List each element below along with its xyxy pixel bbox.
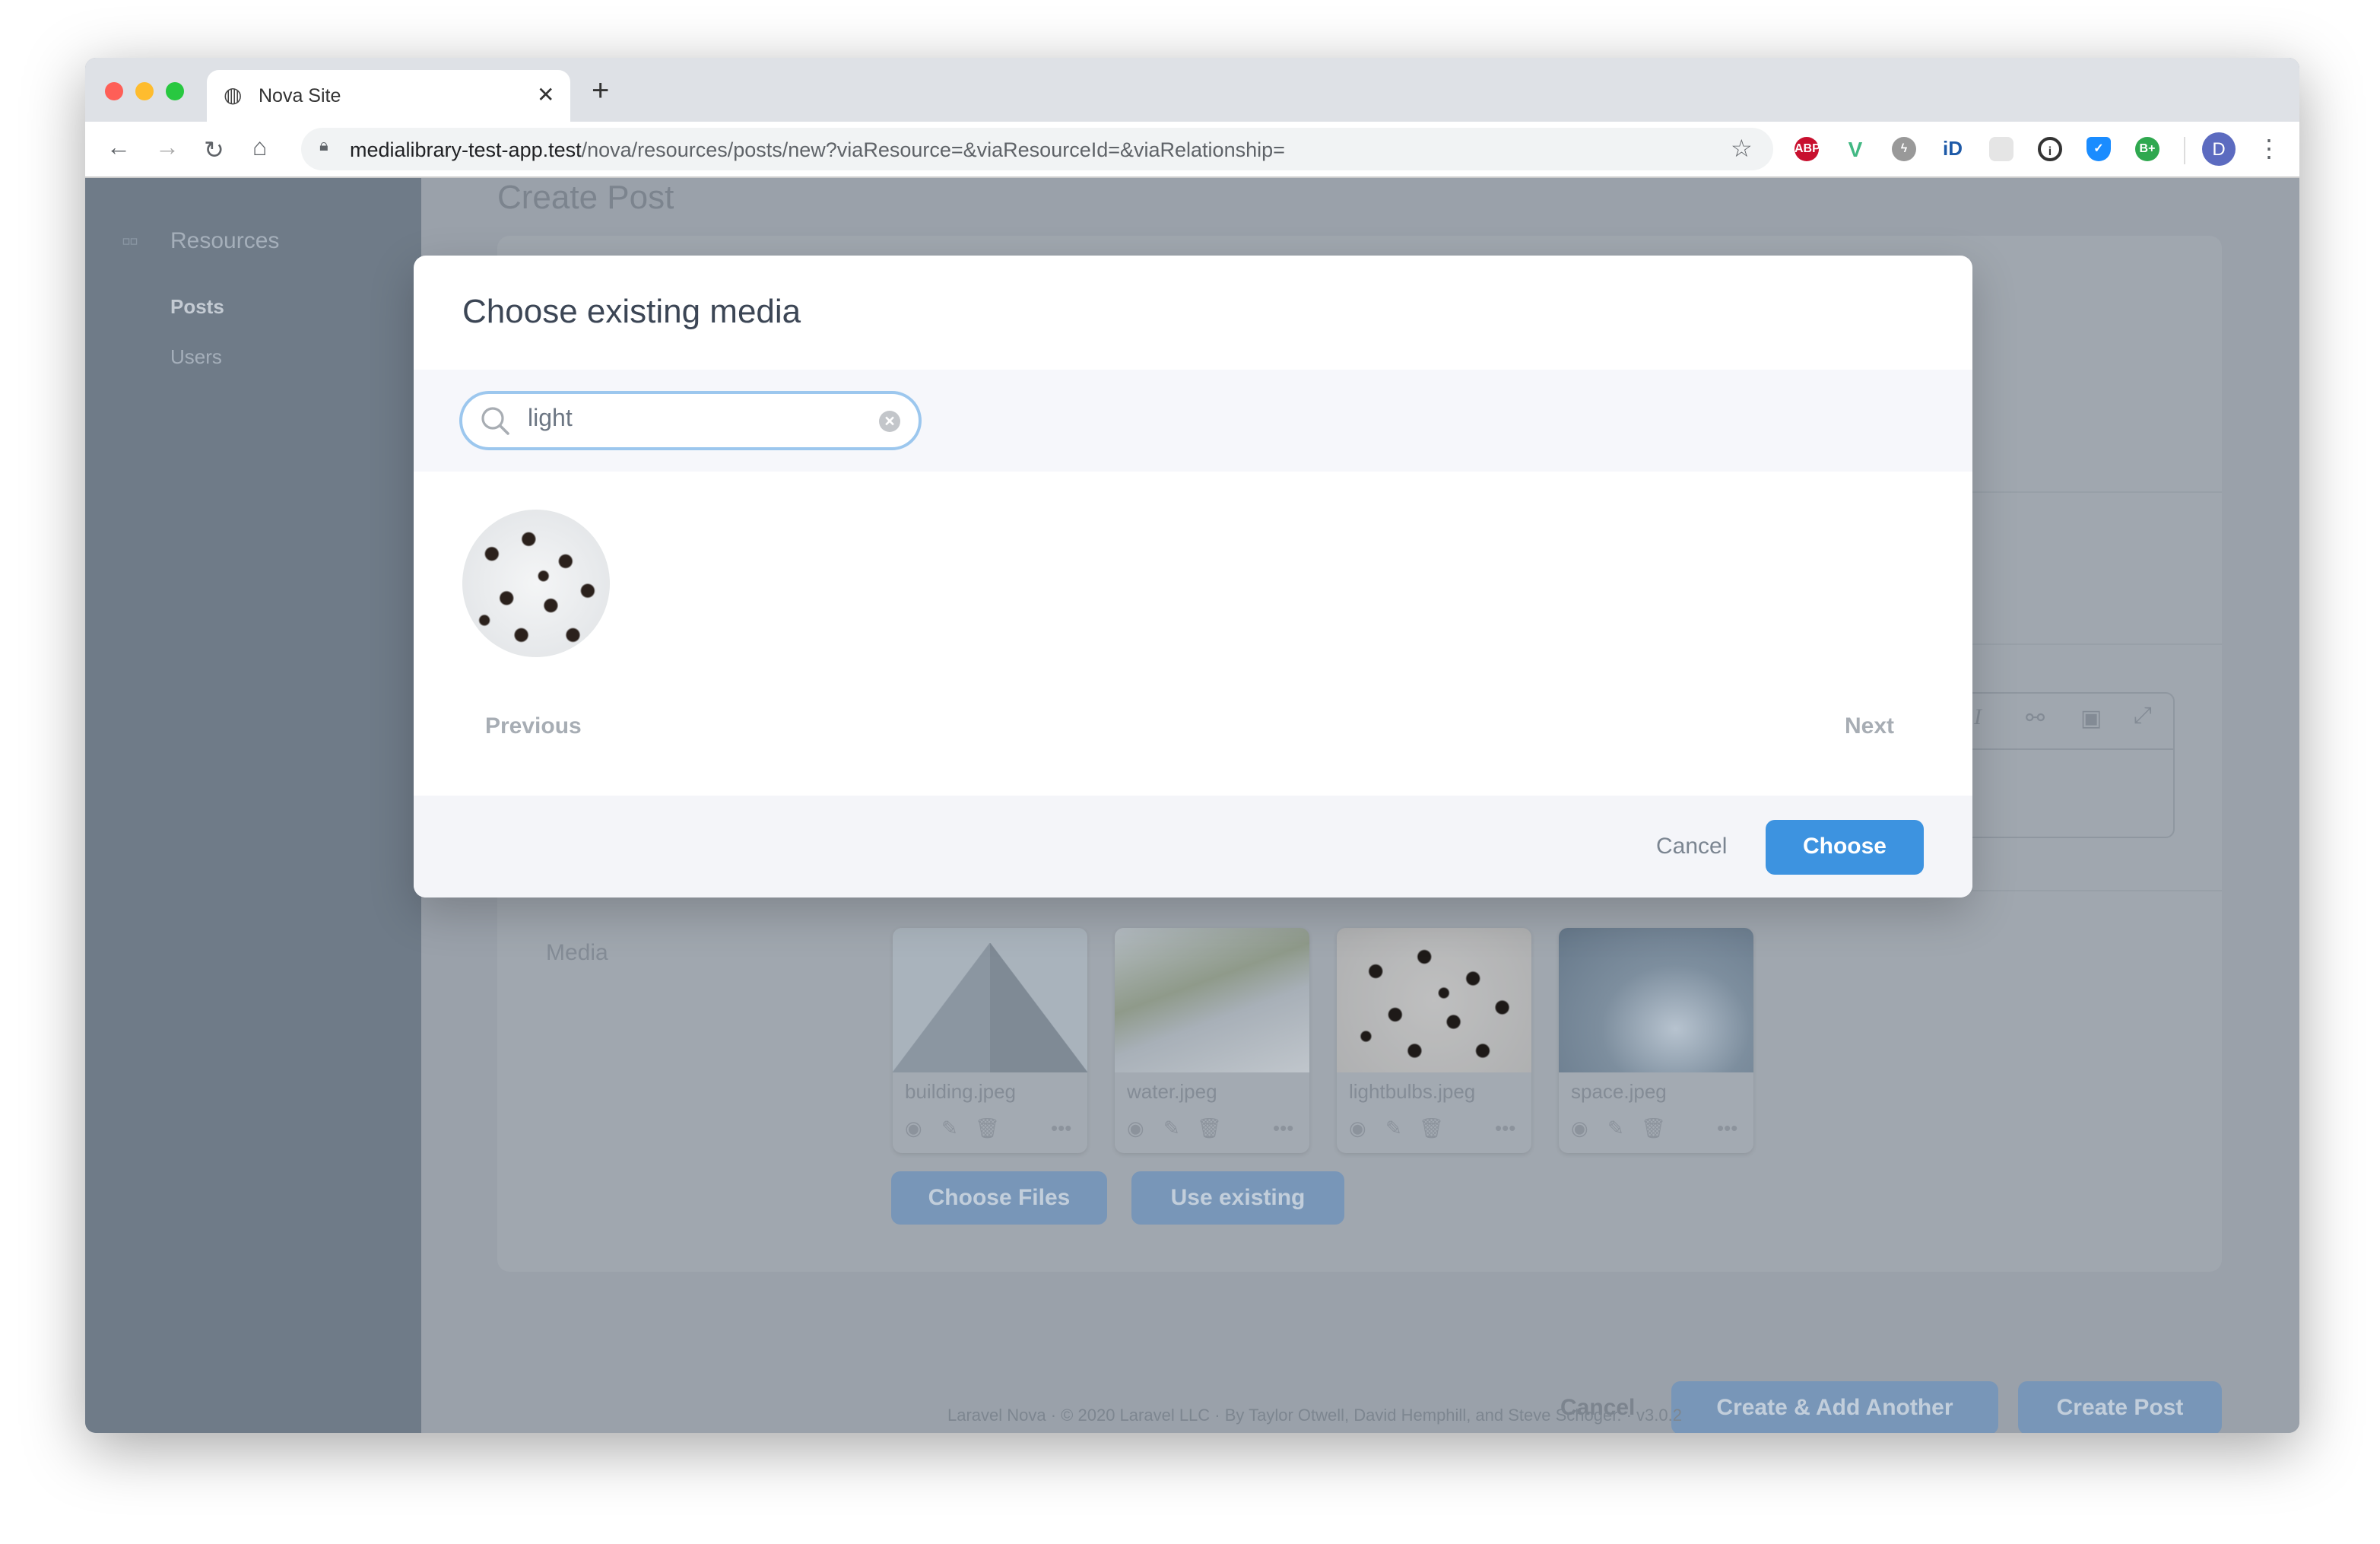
view-icon[interactable]: ◉	[905, 1117, 922, 1141]
more-icon[interactable]: •••	[1051, 1117, 1071, 1139]
search-input[interactable]: light ✕	[459, 391, 922, 450]
media-name: space.jpeg	[1571, 1080, 1667, 1103]
forward-icon[interactable]: →	[155, 135, 179, 163]
media-item[interactable]: lightbulbs.jpeg ◉ ✎ 🗑︎ •••	[1337, 928, 1531, 1153]
avatar[interactable]: D	[2202, 132, 2236, 166]
tab-bar: ◍ Nova Site ✕ +	[85, 58, 2299, 122]
link-icon[interactable]: ⚯	[2026, 704, 2045, 732]
view-icon[interactable]: ◉	[1571, 1117, 1588, 1141]
media-name: lightbulbs.jpeg	[1349, 1080, 1476, 1103]
builtwith-icon[interactable]: B+	[2135, 137, 2159, 161]
divider	[2184, 137, 2185, 164]
edit-icon[interactable]: ✎	[1607, 1117, 1624, 1141]
resources-grid-icon: ▫▫	[122, 227, 138, 256]
id-icon[interactable]: iD	[1940, 137, 1965, 161]
clear-search-icon[interactable]: ✕	[879, 411, 900, 432]
more-icon[interactable]: •••	[1273, 1117, 1293, 1139]
choose-files-button[interactable]: Choose Files	[891, 1171, 1107, 1225]
browser-toolbar: ← → ↻ ⌂ 🔒︎ medialibrary-test-app.test/no…	[85, 122, 2299, 178]
edit-icon[interactable]: ✎	[1163, 1117, 1180, 1141]
view-icon[interactable]: ◉	[1127, 1117, 1144, 1141]
close-tab-icon[interactable]: ✕	[537, 82, 554, 108]
media-result-lightbulbs[interactable]	[462, 510, 610, 657]
tab-title: Nova Site	[259, 85, 341, 106]
media-item[interactable]: water.jpeg ◉ ✎ 🗑︎ •••	[1115, 928, 1309, 1153]
modal-title: Choose existing media	[462, 292, 801, 330]
media-name: building.jpeg	[905, 1080, 1017, 1103]
image-icon[interactable]: ▣	[2080, 704, 2102, 732]
edit-icon[interactable]: ✎	[1385, 1117, 1402, 1141]
edit-icon[interactable]: ✎	[941, 1117, 958, 1141]
more-icon[interactable]: •••	[1495, 1117, 1515, 1139]
media-label: Media	[546, 940, 608, 966]
trash-icon[interactable]: 🗑︎	[1641, 1117, 1666, 1141]
modal-cancel-button[interactable]: Cancel	[1656, 834, 1727, 859]
bookmark-star-icon[interactable]: ☆	[1731, 134, 1753, 164]
trash-icon[interactable]: 🗑︎	[1419, 1117, 1444, 1141]
search-section: light ✕	[414, 370, 1972, 472]
grid-icon[interactable]	[1989, 137, 2013, 161]
create-add-another-button[interactable]: Create & Add Another	[1671, 1381, 1998, 1433]
media-item[interactable]: building.jpeg ◉ ✎ 🗑︎ •••	[893, 928, 1087, 1153]
browser-window: ◍ Nova Site ✕ + ← → ↻ ⌂ 🔒︎ medialibrary-…	[85, 58, 2299, 1433]
choose-media-modal: Choose existing media light ✕ Previous N…	[414, 256, 1972, 897]
trash-icon[interactable]: 🗑︎	[975, 1117, 1000, 1141]
shield-icon[interactable]: ✓	[2086, 137, 2111, 161]
media-name: water.jpeg	[1127, 1080, 1217, 1103]
lightbulbs-thumbnail	[1337, 928, 1531, 1072]
minimize-window-button[interactable]	[135, 82, 154, 100]
maximize-window-button[interactable]	[166, 82, 184, 100]
more-icon[interactable]: •••	[1717, 1117, 1737, 1139]
trash-icon[interactable]: 🗑︎	[1197, 1117, 1222, 1141]
space-thumbnail	[1559, 928, 1753, 1072]
globe-icon: ◍	[224, 82, 243, 106]
lock-icon: 🔒︎	[319, 137, 328, 155]
back-icon[interactable]: ←	[106, 135, 131, 163]
building-thumbnail	[893, 928, 1087, 1072]
sidebar: ▫▫ Resources Posts Users	[85, 178, 421, 1433]
page-title: Create Post	[497, 178, 674, 216]
search-value: light	[528, 406, 573, 432]
reload-icon[interactable]: ↻	[204, 135, 224, 166]
home-icon[interactable]: ⌂	[252, 135, 267, 163]
use-existing-button[interactable]: Use existing	[1131, 1171, 1344, 1225]
vue-devtools-icon[interactable]: V	[1843, 137, 1868, 161]
italic-icon[interactable]: I	[1974, 706, 1982, 732]
menu-kebab-icon[interactable]: ⋮	[2257, 134, 2281, 164]
choose-button[interactable]: Choose	[1766, 820, 1924, 875]
lightning-icon[interactable]: ϟ	[1892, 137, 1916, 161]
sidebar-item-posts[interactable]: Posts	[170, 295, 224, 318]
modal-footer: Cancel Choose	[414, 796, 1972, 897]
footer-text: Laravel Nova · © 2020 Laravel LLC · By T…	[947, 1407, 1682, 1425]
search-icon	[481, 407, 509, 435]
adblock-icon[interactable]: ABP	[1795, 137, 1820, 161]
sidebar-item-users[interactable]: Users	[170, 345, 222, 368]
fullscreen-icon[interactable]: ⤢	[2134, 703, 2152, 729]
browser-tab[interactable]: ◍ Nova Site ✕	[207, 70, 570, 122]
media-item[interactable]: space.jpeg ◉ ✎ 🗑︎ •••	[1559, 928, 1753, 1153]
close-window-button[interactable]	[105, 82, 123, 100]
view-icon[interactable]: ◉	[1349, 1117, 1366, 1141]
create-post-button[interactable]: Create Post	[2018, 1381, 2222, 1433]
next-page-button[interactable]: Next	[1845, 713, 1894, 739]
water-thumbnail	[1115, 928, 1309, 1072]
onepassword-icon[interactable]: i	[2038, 137, 2062, 161]
previous-page-button[interactable]: Previous	[485, 713, 582, 739]
new-tab-button[interactable]: +	[592, 76, 609, 106]
sidebar-section-title: Resources	[170, 228, 280, 254]
url-text: medialibrary-test-app.test/nova/resource…	[350, 138, 1285, 161]
address-bar[interactable]: 🔒︎ medialibrary-test-app.test/nova/resou…	[301, 128, 1773, 170]
